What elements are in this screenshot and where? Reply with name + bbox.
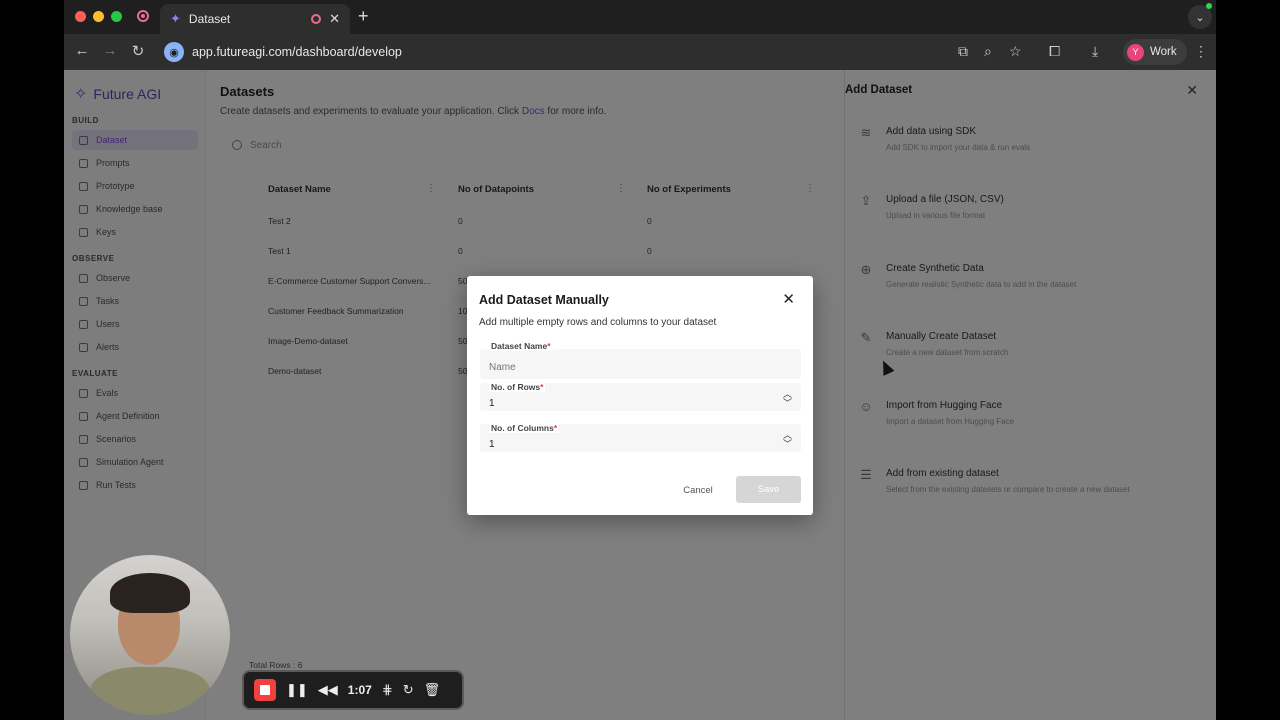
screen: ✦ Dataset ✕ + ⌄ ← → ↻ ◉ app.futureagi.co… — [0, 0, 1280, 720]
extensions-icon[interactable]: ⧠ — [1049, 43, 1060, 60]
required-mark: * — [540, 382, 544, 392]
tab-title: Dataset — [188, 12, 231, 26]
site-info-icon[interactable]: ◉ — [164, 42, 184, 62]
required-mark: * — [547, 341, 551, 351]
window-controls — [75, 11, 122, 22]
url-text: app.futureagi.com/dashboard/develop — [192, 45, 402, 59]
recording-time: 1:07 — [347, 683, 372, 697]
pause-icon[interactable]: ❚❚ — [286, 682, 308, 698]
bookmark-star-icon[interactable]: ☆ — [1009, 43, 1022, 60]
recording-indicator-icon — [137, 10, 149, 22]
grid-icon[interactable]: ⋕ — [382, 682, 393, 698]
zoom-icon[interactable]: ⌕ — [984, 43, 992, 60]
columns-input[interactable]: 1 — [489, 439, 769, 450]
add-dataset-manually-dialog: Add Dataset Manually ✕ Add multiple empt… — [467, 276, 813, 515]
restart-icon[interactable]: ↻ — [403, 682, 414, 698]
required-mark: * — [553, 423, 558, 433]
futureagi-favicon-icon: ✦ — [170, 11, 181, 26]
address-bar: ← → ↻ ◉ app.futureagi.com/dashboard/deve… — [64, 34, 1216, 70]
dataset-name-label: Dataset Name* — [489, 341, 553, 351]
columns-field[interactable]: No. of Columns* 1 ︿ ﹀ — [480, 423, 801, 452]
rows-stepper[interactable]: ︿ ﹀ — [783, 390, 792, 408]
rows-input[interactable]: 1 — [489, 398, 769, 409]
dataset-name-field[interactable]: Dataset Name* — [480, 341, 801, 379]
rows-field[interactable]: No. of Rows* 1 ︿ ﹀ — [480, 382, 801, 411]
profile-chip[interactable]: Y Work — [1123, 39, 1187, 65]
label-text: Dataset Name — [491, 341, 548, 351]
save-button[interactable]: Save — [736, 476, 801, 503]
close-window-button[interactable] — [75, 11, 86, 22]
rows-label: No. of Rows* — [489, 382, 546, 392]
trash-icon[interactable]: 🗑 — [424, 682, 441, 698]
label-text: No. of Columns — [491, 423, 554, 433]
browser-menu-icon[interactable]: ⋮ — [1194, 43, 1208, 60]
reload-icon[interactable]: ↻ — [128, 42, 148, 60]
cast-icon[interactable]: ⧉ — [958, 43, 968, 60]
presenter-body — [90, 667, 210, 715]
dialog-close-icon[interactable]: ✕ — [782, 292, 795, 307]
new-tab-icon[interactable]: + — [358, 6, 369, 27]
browser-tab[interactable]: ✦ Dataset ✕ — [160, 4, 350, 34]
dialog-subtitle: Add multiple empty rows and columns to y… — [479, 317, 717, 328]
cancel-button[interactable]: Cancel — [670, 482, 726, 498]
back-arrow-icon[interactable]: ← — [72, 42, 92, 59]
stop-recording-button[interactable] — [254, 679, 276, 701]
webcam-bubble[interactable] — [70, 555, 230, 715]
url-field[interactable]: ◉ app.futureagi.com/dashboard/develop — [160, 39, 990, 65]
status-dot — [1206, 3, 1212, 9]
dialog-title: Add Dataset Manually — [479, 293, 609, 307]
columns-label: No. of Columns* — [489, 423, 560, 433]
presenter-hair — [110, 573, 190, 613]
minimize-window-button[interactable] — [93, 11, 104, 22]
avatar: Y — [1127, 43, 1144, 61]
columns-stepper[interactable]: ︿ ﹀ — [783, 431, 792, 449]
forward-arrow-icon[interactable]: → — [100, 42, 120, 59]
maximize-window-button[interactable] — [111, 11, 122, 22]
download-icon[interactable]: ⤓ — [1092, 43, 1098, 60]
tab-recording-icon — [311, 14, 322, 24]
recording-controls: ❚❚ ◀◀ 1:07 ⋕ ↻ 🗑 — [242, 670, 464, 710]
chevron-down-icon[interactable]: ﹀ — [783, 399, 792, 408]
tab-close-icon[interactable]: ✕ — [329, 11, 340, 27]
profile-label: Work — [1150, 46, 1177, 58]
chevron-down-icon[interactable]: ﹀ — [783, 440, 792, 449]
label-text: No. of Rows — [491, 382, 541, 392]
dataset-name-input[interactable] — [489, 362, 769, 373]
rewind-icon[interactable]: ◀◀ — [318, 682, 338, 698]
